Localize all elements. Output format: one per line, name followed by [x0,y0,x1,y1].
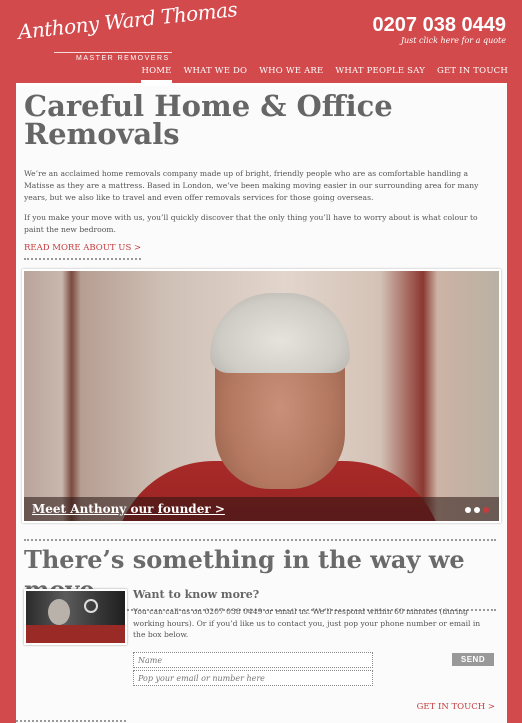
logo-script-text: Anthony Ward Thomas [16,0,239,44]
slide-dot-1[interactable] [465,507,471,513]
slide-dot-3[interactable] [483,507,489,513]
footer-divider [16,720,126,722]
contact-text: You can call us on 0207 038 0449 or emai… [133,607,481,639]
nav-what-people-say[interactable]: WHAT PEOPLE SAY [335,66,425,83]
quote-link-text[interactable]: Just click here for a quote [373,36,506,46]
hero-person-hair [210,293,350,373]
get-in-touch-link[interactable]: GET IN TOUCH > [417,702,495,712]
page-title: Careful Home & Office Removals [24,89,393,151]
site-header: Anthony Ward Thomas MASTER REMOVERS 0207… [0,0,522,85]
main-nav: HOME WHAT WE DO WHO WE ARE WHAT PEOPLE S… [141,66,508,83]
slide-dot-2[interactable] [474,507,480,513]
thumb-head [48,599,70,625]
thumb-jacket [26,625,125,643]
slide-indicators [465,507,489,513]
name-input[interactable] [133,652,373,668]
contact-heading: Want to know more? [133,588,260,601]
nav-what-we-do[interactable]: WHAT WE DO [184,66,248,83]
brand-logo[interactable]: Anthony Ward Thomas MASTER REMOVERS [14,0,239,72]
logo-subtitle: MASTER REMOVERS [76,55,170,62]
main-content: Careful Home & Office Removals We’re an … [16,83,507,723]
nav-get-in-touch[interactable]: GET IN TOUCH [437,66,508,83]
thumb-ring [84,599,98,613]
send-button[interactable]: SEND [452,653,494,666]
intro-paragraph-2: If you make your move with us, you’ll qu… [24,213,478,234]
logo-divider [54,52,172,53]
email-or-phone-input[interactable] [133,670,373,686]
read-more-link[interactable]: READ MORE ABOUT US > [24,243,142,260]
nav-who-we-are[interactable]: WHO WE ARE [259,66,323,83]
hero-slideshow[interactable]: Meet Anthony our founder > [22,269,501,523]
phone-number[interactable]: 0207 038 0449 [373,14,506,36]
contact-thumbnail-image [24,589,127,645]
intro-paragraph-1: We’re an acclaimed home removals company… [24,169,479,202]
hero-caption-link[interactable]: Meet Anthony our founder > [32,502,225,516]
phone-quote-link[interactable]: 0207 038 0449 Just click here for a quot… [373,14,506,46]
nav-home[interactable]: HOME [141,66,172,83]
